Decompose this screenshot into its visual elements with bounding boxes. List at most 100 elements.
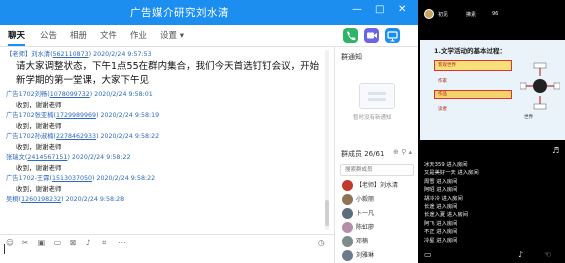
message-item: 广告1702刘畅(1078099732) 2020/2/24 9:58:01 收…	[6, 90, 330, 111]
message-item: 广告1702张亚楠(1729989969) 2020/2/24 9:58:19 …	[6, 111, 330, 132]
diagram-label: 世界	[524, 115, 533, 120]
member-name: 卜一凡	[356, 210, 375, 217]
more-icon[interactable]: ⋯	[118, 238, 126, 247]
member-name: 小毅丽	[356, 196, 375, 203]
message-time: 2020/2/24 9:58:19	[100, 112, 160, 119]
text-input-caret[interactable]	[4, 244, 5, 254]
avatar	[342, 180, 353, 191]
live-chat-message: 冰天359 进入房间	[424, 162, 468, 168]
maximize-button[interactable]: □	[375, 4, 384, 16]
live-chat-message: 长途入夏 进入房间	[424, 212, 469, 219]
live-chat-message: 长途 进入房间	[424, 203, 458, 210]
live-stream-panel: 初见 拂素 96 1.文学活动的基本过程： 客观世界 作家 作品 读者 世界 冰…	[418, 0, 565, 263]
group-chat-window: 广告媒介研究刘水清 — □ ✕ 聊天 公告 相册 文件 作业 设置 ▾ 【老师】…	[0, 0, 418, 263]
sender-qq[interactable]: 2414567151	[27, 154, 67, 161]
member-item[interactable]: 卜一凡	[340, 207, 418, 220]
presentation-slide: 1.文学活动的基本过程： 客观世界 作家 作品 读者 世界	[420, 40, 565, 140]
tab-chat[interactable]: 聊天	[8, 29, 26, 46]
mic-icon[interactable]: ♪	[518, 250, 523, 259]
message-text: 收到，谢谢老师	[16, 185, 62, 193]
member-item[interactable]: 【老师】刘水清	[340, 179, 418, 192]
literary-process-diagram	[520, 62, 560, 110]
screenshot-icon[interactable]: ✂	[22, 238, 28, 247]
live-header: 初见 拂素 96	[418, 0, 565, 26]
sender-qq[interactable]: 2278462933	[56, 133, 96, 140]
message-sender[interactable]: 张瑞文	[6, 154, 25, 161]
member-actions-icon[interactable]: ⊕ ⚲ ▴	[393, 148, 412, 156]
message-text: 收到，谢谢老师	[16, 143, 62, 151]
message-time: 2020/2/24 9:58:22	[100, 133, 160, 140]
member-item[interactable]: 陈虹廖	[340, 221, 418, 234]
avatar	[342, 194, 353, 205]
message-item: 广告1702-王霖(1513037050) 2020/2/24 9:58:22 …	[6, 174, 330, 195]
member-item[interactable]: 邓楠	[340, 235, 418, 248]
tab-announcement[interactable]: 公告	[40, 29, 57, 41]
message-sender[interactable]: 广告1702孙淑楠	[6, 133, 54, 140]
mic-toggle-icon[interactable]: ♬	[552, 146, 559, 155]
live-chat-message: 不正 进入房间	[424, 229, 458, 236]
member-item[interactable]: 小毅丽	[340, 193, 418, 206]
sender-qq[interactable]: 1729989969	[56, 112, 96, 119]
scrollbar-thumb[interactable]	[325, 200, 329, 226]
message-item: 【老师】刘水清(562110873) 2020/2/24 9:57:53 请大家…	[6, 50, 330, 88]
members-count: 群成员 26/61	[341, 150, 385, 158]
streamer-avatar[interactable]	[424, 9, 434, 19]
poll-icon[interactable]: ⌗	[102, 238, 106, 248]
member-name: 【老师】刘水清	[356, 182, 399, 189]
history-icon[interactable]: ◷	[318, 238, 325, 247]
like-icon[interactable]: ☜	[544, 250, 551, 259]
empty-notice-illustration	[359, 83, 395, 109]
streamer-name: 初见	[438, 12, 449, 18]
slide-line: 作品	[438, 92, 447, 97]
message-text: 收到，谢谢老师	[16, 164, 62, 172]
video-call-icon[interactable]	[364, 28, 379, 43]
member-search-input[interactable]	[340, 164, 414, 176]
phone-call-icon[interactable]	[343, 28, 358, 43]
sender-qq[interactable]: 1513037050	[52, 175, 92, 182]
screen-share-icon[interactable]	[385, 28, 400, 43]
message-scrollbar[interactable]	[325, 50, 329, 230]
message-item: 广告1702孙淑楠(2278462933) 2020/2/24 9:58:22 …	[6, 132, 330, 153]
sender-qq[interactable]: 1078099732	[50, 91, 90, 98]
audience-label: 拂素	[466, 12, 477, 18]
live-chat-message: 周雪 进入房间	[424, 178, 458, 185]
live-chat-message: 阿飞 进入房间	[424, 220, 458, 227]
input-toolbar: ☺ ✂ ▣ ▭ ⊠ ♪ ⌗ ⋯ ◷	[0, 234, 334, 263]
tab-files[interactable]: 文件	[100, 29, 117, 41]
sender-qq[interactable]: 1260198232	[21, 196, 61, 203]
sender-qq[interactable]: 562110873	[53, 51, 89, 58]
tab-settings[interactable]: 设置 ▾	[160, 29, 184, 41]
title-bar: 广告媒介研究刘水清 — □ ✕	[0, 0, 418, 25]
avatar	[342, 250, 353, 261]
avatar	[342, 208, 353, 219]
message-time: 2020/2/24 9:58:28	[65, 196, 125, 203]
emoji-icon[interactable]: ☺	[6, 238, 14, 247]
tab-album[interactable]: 相册	[70, 29, 87, 41]
message-text: 收到，谢谢老师	[16, 122, 62, 130]
gift-icon[interactable]: ⊠	[70, 238, 76, 247]
group-sidebar: 群通知 暂时没有新通知 群成员 26/61 ⊕ ⚲ ▴ 【老师】刘水清 小毅丽 …	[334, 47, 418, 263]
message-time: 2020/2/24 9:57:53	[93, 51, 152, 58]
message-time: 2020/2/24 9:58:01	[94, 91, 153, 98]
comment-icon[interactable]: ▭	[424, 250, 432, 259]
voice-icon[interactable]: ♪	[86, 238, 91, 247]
member-name: 陈虹廖	[356, 224, 375, 231]
message-sender[interactable]: 吴桐	[6, 196, 19, 203]
message-sender[interactable]: 广告1702张亚楠	[6, 112, 54, 119]
window-title: 广告媒介研究刘水清	[130, 7, 229, 19]
message-sender[interactable]: 广告1702刘畅	[6, 91, 47, 98]
image-icon[interactable]: ▣	[38, 238, 45, 247]
slide-line: 客观世界	[438, 63, 456, 68]
viewer-count: 96	[492, 11, 499, 17]
minimize-button[interactable]: —	[352, 4, 362, 16]
member-item[interactable]: 刘雅琳	[340, 249, 418, 262]
tab-homework[interactable]: 作业	[130, 29, 147, 41]
folder-icon[interactable]: ▭	[54, 238, 61, 247]
message-sender[interactable]: 广告1702-王霖	[6, 175, 50, 182]
live-chat-message: 阿昭 进入房间	[424, 187, 458, 194]
message-sender[interactable]: 【老师】刘水清	[6, 51, 50, 58]
avatar	[342, 236, 353, 247]
notice-empty-text: 暂时没有新通知	[353, 115, 392, 121]
message-item: 吴桐(1260198232) 2020/2/24 9:58:28	[6, 196, 125, 203]
close-button[interactable]: ✕	[398, 4, 406, 16]
